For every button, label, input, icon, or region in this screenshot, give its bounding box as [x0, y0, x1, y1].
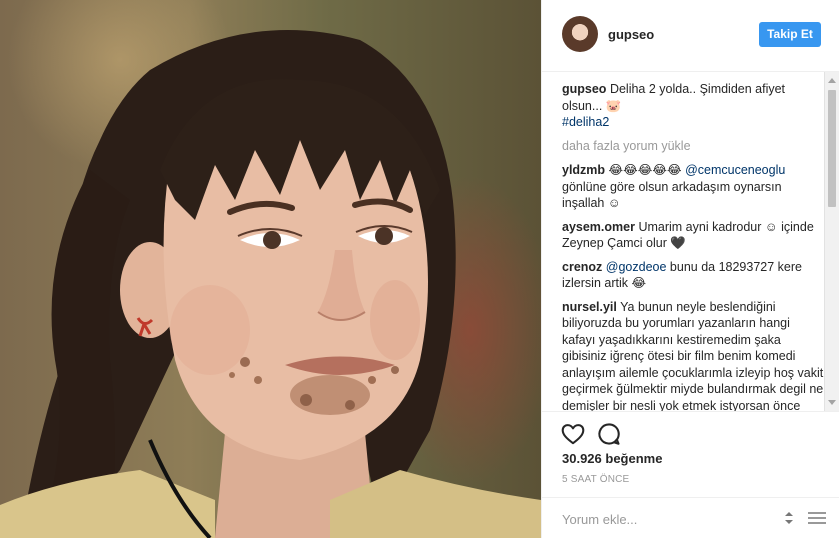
post-header: gupseo Takip Et — [542, 0, 839, 72]
comment-text: Ya bunun neyle beslendiğini biliyoruzda … — [562, 299, 824, 412]
post-photo[interactable] — [0, 0, 541, 538]
comment-bubble-icon[interactable] — [596, 421, 622, 447]
comment-emojis: 😂😂😂😂😂 — [608, 163, 682, 177]
scrollbar-thumb[interactable] — [828, 90, 836, 207]
comment-item: yldzmb 😂😂😂😂😂 @cemcuceneoglu gönlüne göre… — [562, 162, 824, 212]
caption-hashtag[interactable]: #deliha2 — [562, 115, 609, 129]
more-options-icon[interactable] — [808, 511, 826, 525]
caption-username[interactable]: gupseo — [562, 82, 606, 96]
comment-username[interactable]: aysem.omer — [562, 220, 635, 234]
comment-username[interactable]: yldzmb — [562, 163, 605, 177]
post-author-username[interactable]: gupseo — [608, 27, 654, 42]
comment-text: gönlüne göre olsun arkadaşım oynarsın in… — [562, 179, 782, 211]
heart-icon[interactable] — [560, 421, 586, 447]
post-actions: 30.926 beğenme 5 SAAT ÖNCE — [542, 411, 839, 538]
caption: gupseo Deliha 2 yolda.. Şimdiden afiyet … — [562, 81, 824, 131]
add-comment-bar — [542, 497, 839, 538]
comments-scrollbar[interactable] — [824, 72, 839, 411]
follow-button[interactable]: Takip Et — [759, 22, 821, 47]
input-spinner-icon[interactable] — [782, 508, 796, 528]
post-details-panel: gupseo Takip Et gupseo Deliha 2 yolda.. … — [541, 0, 839, 538]
scroll-up-arrow-icon[interactable] — [828, 78, 836, 83]
comments-list[interactable]: gupseo Deliha 2 yolda.. Şimdiden afiyet … — [542, 72, 839, 411]
comment-item: aysem.omer Umarim ayni kadrodur ☺ içinde… — [562, 219, 824, 252]
comment-item: nursel.yil Ya bunun neyle beslendiğini b… — [562, 299, 824, 412]
likes-count[interactable]: 30.926 beğenme — [562, 451, 662, 466]
post-photo-illustration — [0, 30, 541, 538]
comment-username[interactable]: crenoz — [562, 260, 602, 274]
comment-mention[interactable]: @cemcuceneoglu — [685, 163, 785, 177]
comment-username[interactable]: nursel.yil — [562, 300, 617, 314]
comment-mention[interactable]: @gozdeoe — [606, 260, 667, 274]
profile-avatar[interactable] — [562, 16, 598, 52]
post-timestamp: 5 SAAT ÖNCE — [562, 474, 630, 485]
scroll-down-arrow-icon[interactable] — [828, 400, 836, 405]
comment-input[interactable] — [562, 510, 782, 528]
comment-item: crenoz @gozdeoe bunu da 18293727 kere iz… — [562, 259, 824, 292]
load-more-comments-link[interactable]: daha fazla yorum yükle — [562, 138, 824, 155]
